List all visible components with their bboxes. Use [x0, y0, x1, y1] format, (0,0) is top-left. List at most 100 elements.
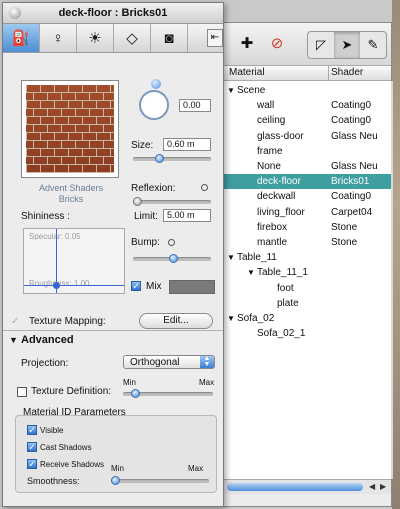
bump-toggle-icon[interactable]: [168, 239, 175, 246]
reflexion-slider-track[interactable]: [133, 200, 211, 204]
mix-checkbox[interactable]: ✓: [131, 281, 141, 291]
shader-name-label: Bricks: [58, 194, 84, 204]
disclosure-triangle-icon[interactable]: ▼: [227, 311, 235, 326]
list-toolbar: ✚ ⊘ ◸ ➤ ✎: [223, 23, 391, 66]
table-row[interactable]: ceiling Coating0: [223, 113, 391, 128]
material-column-header[interactable]: Material: [229, 67, 265, 78]
title-bar[interactable]: deck-floor : Bricks01: [3, 3, 223, 24]
table-row[interactable]: Sofa_02_1: [223, 326, 391, 341]
rotation-field[interactable]: 0.00: [179, 99, 211, 112]
table-row[interactable]: wall Coating0: [223, 98, 391, 113]
smoothness-max-label: Max: [188, 464, 204, 473]
header-divider: [328, 66, 329, 80]
table-row[interactable]: ▼ Table_11_1: [223, 265, 391, 280]
tree-group-row[interactable]: ▼ Table_11: [223, 250, 391, 265]
sun-icon: ☀: [88, 30, 102, 47]
material-tree: ▼ Scene wall Coating0 ceiling Coating0 glass-d…: [223, 81, 391, 479]
reflexion-label: Reflexion:: [131, 183, 176, 194]
remove-material-icon[interactable]: ⊘: [265, 31, 289, 55]
projection-select[interactable]: Orthogonal ▲ ▼: [123, 355, 215, 369]
window-title: deck-floor : Bricks01: [58, 7, 168, 19]
eyedropper-icon[interactable]: ✎: [360, 32, 386, 58]
cast-shadows-checkbox[interactable]: ✓: [27, 442, 37, 452]
tab-lights[interactable]: ♀: [40, 24, 77, 52]
texture-definition-label: Texture Definition:: [31, 386, 112, 397]
material-preview[interactable]: [21, 80, 119, 178]
tab-environment[interactable]: ☀: [77, 24, 114, 52]
smoothness-min-label: Min: [111, 464, 124, 473]
texture-definition-checkbox[interactable]: [17, 387, 27, 397]
table-row[interactable]: foot: [223, 281, 391, 296]
projection-label: Projection:: [21, 358, 69, 369]
texture-mapping-label: Texture Mapping:: [29, 316, 106, 327]
limit-field[interactable]: 5.00 m: [163, 209, 211, 222]
size-field[interactable]: 0.60 m: [163, 138, 211, 151]
reflexion-toggle-icon[interactable]: [201, 184, 208, 191]
size-slider-knob[interactable]: [155, 154, 164, 163]
tree-group-row[interactable]: ▼ Scene: [223, 83, 391, 98]
mix-color-swatch[interactable]: [169, 280, 215, 294]
receive-shadows-checkbox[interactable]: ✓: [27, 459, 37, 469]
material-name: plate: [277, 297, 299, 309]
smoothness-slider-knob[interactable]: [111, 476, 120, 485]
vertical-scroll-strip[interactable]: [391, 81, 393, 479]
smoothness-slider-track[interactable]: [111, 479, 209, 483]
material-name: mantle: [257, 237, 288, 248]
table-row[interactable]: mantle Stone: [223, 235, 391, 250]
shininess-graph[interactable]: Specular: 0.05 Roughness: 1.00: [23, 228, 125, 294]
advanced-title[interactable]: Advanced: [21, 334, 74, 346]
texdef-max-label: Max: [199, 378, 215, 387]
table-row[interactable]: None Glass Neu: [223, 159, 391, 174]
desktop-background: [392, 0, 400, 509]
horizontal-scroll-thumb[interactable]: [227, 483, 363, 491]
reflexion-slider-knob[interactable]: [133, 197, 142, 206]
edit-button[interactable]: Edit...: [139, 313, 213, 329]
bump-slider-knob[interactable]: [169, 254, 178, 263]
disclosure-triangle-icon[interactable]: ▼: [247, 265, 255, 280]
disclosure-triangle-icon[interactable]: ▼: [227, 83, 235, 98]
texdef-slider-knob[interactable]: [131, 389, 140, 398]
table-row[interactable]: firebox Stone: [223, 220, 391, 235]
graph-horizontal-axis: [24, 285, 124, 286]
table-row[interactable]: living_floor Carpet04: [223, 205, 391, 220]
pointer-arrow-icon[interactable]: ➤: [334, 32, 360, 58]
list-header: Material Shader: [223, 66, 391, 81]
shader-name: Coating0: [331, 115, 372, 127]
texture-mapping-check-icon: ✓: [11, 316, 20, 327]
disclosure-triangle-icon[interactable]: ▼: [227, 250, 235, 265]
visible-checkbox[interactable]: ✓: [27, 425, 37, 435]
table-row[interactable]: glass-door Glass Neu: [223, 129, 391, 144]
limit-label: Limit:: [134, 211, 158, 222]
shader-name: Coating0: [331, 191, 372, 203]
scroll-left-icon[interactable]: ◀: [369, 482, 375, 491]
size-slider-track[interactable]: [133, 157, 211, 161]
shader-name: Stone: [331, 221, 358, 233]
add-material-icon[interactable]: ✚: [235, 31, 259, 55]
rotation-dial[interactable]: [139, 90, 169, 120]
select-triangle-icon[interactable]: ◸: [308, 32, 334, 58]
inspector-window: deck-floor : Bricks01 ⛽ ♀ ☀ ◇ ◙ ⇤ Advent…: [2, 2, 224, 507]
bump-label: Bump:: [131, 237, 160, 248]
tab-objects[interactable]: ◇: [114, 24, 151, 52]
rotation-handle[interactable]: [151, 79, 161, 89]
paint-bucket-icon: ⛽: [11, 30, 31, 47]
shader-column-header[interactable]: Shader: [331, 67, 363, 78]
graph-handle[interactable]: [53, 282, 60, 289]
collapse-panel-icon[interactable]: ⇤: [207, 29, 223, 47]
tab-materials[interactable]: ⛽: [3, 24, 40, 52]
material-list-window: ✚ ⊘ ◸ ➤ ✎ Material Shader ▼ Scene wall Coat…: [222, 22, 393, 507]
advanced-disclosure-icon[interactable]: ▼: [9, 335, 18, 345]
horizontal-scrollbar[interactable]: ◀ ▶: [223, 479, 391, 494]
cube-icon: ◇: [126, 30, 138, 47]
tab-camera[interactable]: ◙: [151, 24, 188, 52]
table-row[interactable]: deckwall Coating0: [223, 189, 391, 204]
material-name: Scene: [237, 85, 266, 96]
table-row[interactable]: deck-floor Bricks01: [223, 174, 391, 190]
close-button[interactable]: [9, 7, 21, 19]
material-name: deckwall: [257, 191, 296, 203]
tree-group-row[interactable]: ▼ Sofa_02: [223, 311, 391, 326]
material-name: ceiling: [257, 115, 286, 127]
table-row[interactable]: plate: [223, 296, 391, 311]
table-row[interactable]: frame: [223, 144, 391, 159]
scroll-right-icon[interactable]: ▶: [380, 482, 386, 491]
